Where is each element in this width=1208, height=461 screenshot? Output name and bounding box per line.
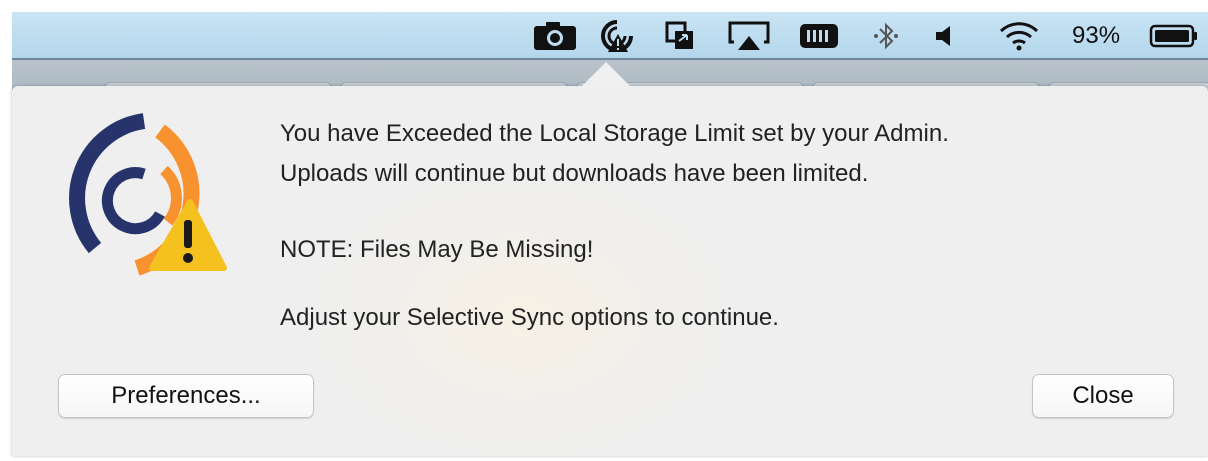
popover-arrow	[580, 62, 632, 88]
sync-app-icon[interactable]	[595, 18, 639, 54]
volume-icon[interactable]	[930, 18, 960, 54]
screen-share-icon[interactable]	[662, 18, 698, 54]
camera-icon[interactable]	[530, 18, 580, 54]
close-button[interactable]: Close	[1032, 374, 1174, 418]
memory-icon[interactable]	[796, 18, 842, 54]
battery-icon[interactable]	[1148, 18, 1200, 54]
app-logo-warning-icon	[52, 110, 232, 285]
preferences-button[interactable]: Preferences...	[58, 374, 314, 418]
wifi-icon[interactable]	[996, 18, 1042, 54]
message-line-1: You have Exceeded the Local Storage Limi…	[280, 120, 949, 147]
airplay-icon[interactable]	[726, 18, 772, 54]
menu-bar: 93%	[12, 12, 1208, 60]
battery-percent: 93%	[1072, 22, 1121, 49]
bluetooth-icon[interactable]	[870, 18, 902, 54]
instruction-text: Adjust your Selective Sync options to co…	[280, 304, 779, 331]
message-line-2: Uploads will continue but downloads have…	[280, 160, 869, 187]
note-text: NOTE: Files May Be Missing!	[280, 236, 594, 263]
